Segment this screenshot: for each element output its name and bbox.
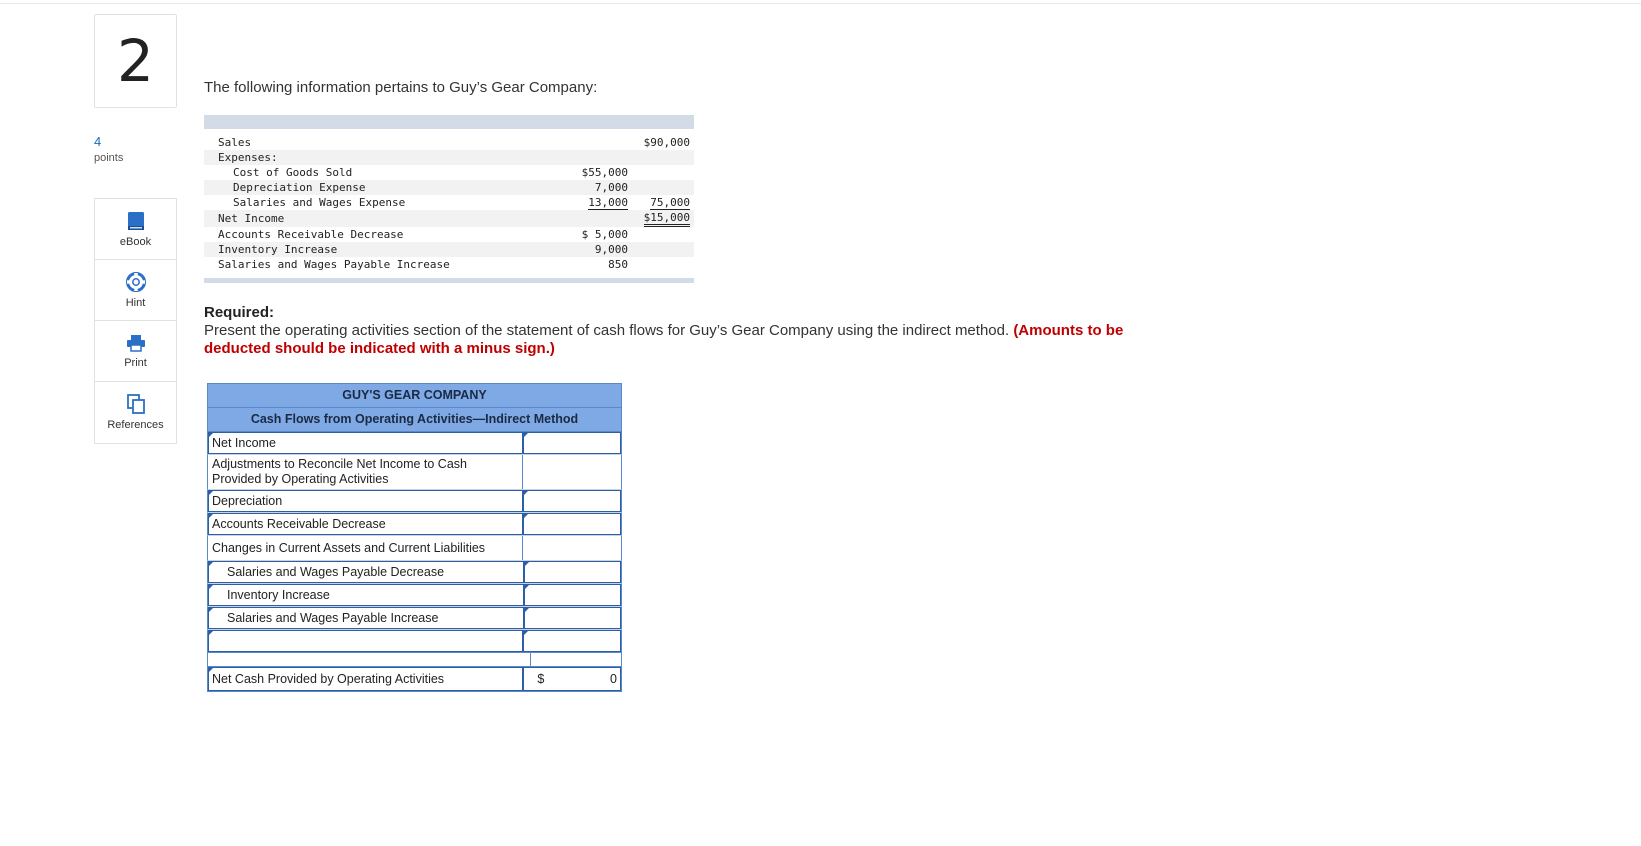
info-row: Accounts Receivable Decrease $ 5,000 (204, 227, 694, 242)
hint-button[interactable]: Hint (95, 260, 176, 321)
table-row: Depreciation (207, 490, 622, 513)
info-value-1: 7,000 (594, 181, 628, 194)
net-cash-value: 0 (610, 672, 617, 686)
top-divider (0, 3, 1641, 4)
info-value-1: $ 5,000 (581, 228, 628, 241)
info-value-2: $15,000 (643, 211, 690, 227)
info-label: Sales (218, 136, 252, 149)
info-table: Sales $90,000 Expenses: Cost of Goods So… (204, 115, 694, 283)
tools-panel: eBook Hint Print References (94, 198, 177, 444)
info-value-1: 13,000 (588, 195, 628, 210)
info-label: Accounts Receivable Decrease (218, 228, 404, 241)
info-value-1: $55,000 (581, 166, 628, 179)
ebook-label: eBook (119, 235, 152, 248)
blank-row-label-select[interactable] (208, 630, 524, 652)
currency-symbol: $ (537, 672, 545, 686)
table-row: Salaries and Wages Payable Decrease (207, 561, 622, 584)
info-row: Sales $90,000 (204, 135, 694, 150)
info-row: Salaries and Wages Expense 13,000 75,000 (204, 195, 694, 210)
depreciation-label[interactable]: Depreciation (208, 490, 524, 512)
ebook-button[interactable]: eBook (95, 199, 176, 260)
changes-label: Changes in Current Assets and Current Li… (208, 536, 524, 560)
info-label: Cost of Goods Sold (233, 166, 353, 179)
depreciation-amount-input[interactable] (523, 490, 621, 512)
required-heading: Required: (204, 304, 275, 321)
info-row: Cost of Goods Sold $55,000 (204, 165, 694, 180)
ar-decrease-amount-input[interactable] (523, 513, 621, 535)
info-label: Inventory Increase (218, 243, 338, 256)
swp-increase-amount-input[interactable] (523, 607, 621, 629)
worksheet: GUY'S GEAR COMPANY Cash Flows from Opera… (207, 383, 622, 692)
references-label: References (107, 418, 164, 431)
info-label: Net Income (218, 212, 285, 225)
swp-decrease-label[interactable]: Salaries and Wages Payable Decrease (208, 561, 524, 583)
info-value-2: 75,000 (650, 195, 690, 210)
inventory-increase-label[interactable]: Inventory Increase (208, 584, 524, 606)
info-label: Expenses: (218, 151, 278, 164)
required-text: Present the operating activities section… (204, 322, 1164, 358)
book-icon (127, 211, 144, 230)
points-label: points (94, 152, 124, 164)
swp-decrease-amount-input[interactable] (523, 561, 621, 583)
hint-label: Hint (125, 296, 146, 309)
info-row: Net Income $15,000 (204, 210, 694, 227)
info-value-1: 9,000 (594, 243, 628, 256)
blank-row-amount-input[interactable] (523, 630, 621, 652)
references-button[interactable]: References (95, 382, 176, 442)
ar-decrease-label[interactable]: Accounts Receivable Decrease (208, 513, 524, 535)
info-label: Depreciation Expense (233, 181, 366, 194)
table-row: Accounts Receivable Decrease (207, 513, 622, 536)
inventory-increase-amount-input[interactable] (523, 584, 621, 606)
lifebuoy-icon (125, 271, 146, 292)
table-row: Changes in Current Assets and Current Li… (207, 536, 622, 561)
info-label: Salaries and Wages Payable Increase (218, 258, 450, 271)
question-number: 2 (94, 14, 177, 108)
table-row: Net Cash Provided by Operating Activitie… (207, 666, 622, 692)
info-row: Expenses: (204, 150, 694, 165)
info-row: Salaries and Wages Payable Increase 850 (204, 257, 694, 272)
net-cash-total: $ 0 (523, 667, 621, 691)
required-instructions: Present the operating activities section… (204, 322, 1010, 339)
print-button[interactable]: Print (95, 321, 176, 382)
net-cash-label[interactable]: Net Cash Provided by Operating Activitie… (208, 667, 524, 691)
table-row (207, 630, 622, 653)
net-income-label[interactable]: Net Income (208, 432, 524, 454)
table-row: Salaries and Wages Payable Increase (207, 607, 622, 630)
info-label: Salaries and Wages Expense (233, 196, 406, 209)
info-row: Inventory Increase 9,000 (204, 242, 694, 257)
net-income-amount-input[interactable] (523, 432, 621, 454)
info-value-2: $90,000 (643, 136, 690, 149)
table-row: Adjustments to Reconcile Net Income to C… (207, 455, 622, 490)
changes-amount (523, 536, 621, 560)
intro-text: The following information pertains to Gu… (204, 79, 598, 96)
adjustments-label: Adjustments to Reconcile Net Income to C… (208, 455, 524, 489)
copy-icon (126, 393, 145, 414)
points-value: 4 (94, 134, 102, 149)
table-row: Inventory Increase (207, 584, 622, 607)
worksheet-title: Cash Flows from Operating Activities—Ind… (207, 408, 622, 432)
worksheet-spacer (207, 653, 622, 666)
print-label: Print (124, 356, 147, 369)
table-row: Net Income (207, 432, 622, 455)
swp-increase-label[interactable]: Salaries and Wages Payable Increase (208, 607, 524, 629)
info-value-1: 850 (608, 258, 628, 271)
worksheet-company: GUY'S GEAR COMPANY (207, 383, 622, 408)
printer-icon (126, 334, 145, 352)
adjustments-amount (523, 455, 621, 489)
info-row: Depreciation Expense 7,000 (204, 180, 694, 195)
